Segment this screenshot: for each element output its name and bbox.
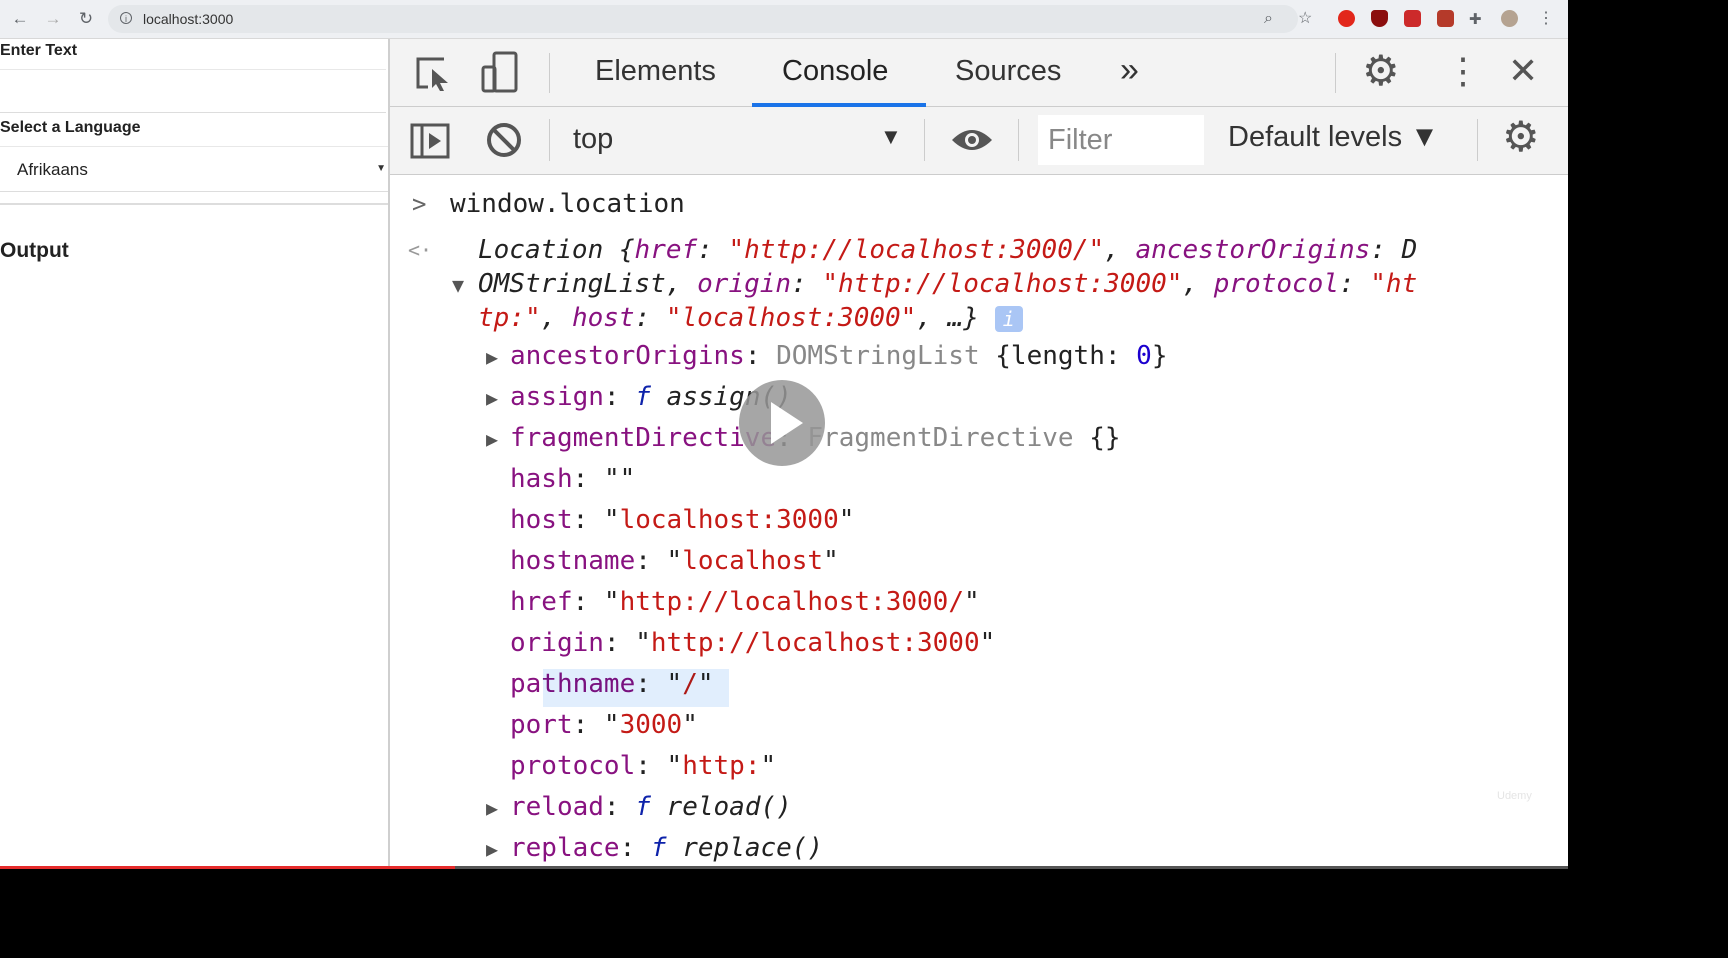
divider [1477,119,1478,161]
devtools-panel: Elements Console Sources » ⚙ ⋮ ✕ top ▼ F… [390,39,1568,867]
opera-icon[interactable] [1338,10,1355,27]
puzzle-icon[interactable]: ✚ [1469,9,1482,31]
close-icon[interactable]: ✕ [1508,51,1538,91]
divider [549,53,550,93]
summary-line-3: tp:", host: "localhost:3000", …} i [478,301,1023,335]
info-icon[interactable]: i [994,305,1023,332]
udemy-watermark: Udemy [1497,790,1532,802]
expand-triangle-icon[interactable]: ▶ [486,345,498,369]
play-button[interactable] [739,380,825,466]
prop-row[interactable]: ancestorOrigins: DOMStringList {length: … [510,339,1167,373]
prop-row[interactable]: replace: f replace() [510,831,823,865]
output-heading: Output [0,239,69,262]
forward-icon[interactable]: → [42,8,64,30]
live-expression-eye-icon[interactable] [950,123,994,157]
devtools-menu-icon[interactable]: ⋮ [1445,51,1481,91]
divider [1018,119,1019,161]
console-input-line: window.location [450,189,685,219]
back-icon[interactable]: ← [9,8,31,30]
divider [0,203,388,205]
profile-avatar[interactable] [1501,10,1518,27]
language-select[interactable]: Afrikaans ▼ [0,146,388,192]
prompt-chevron-icon: > [412,190,427,218]
language-label: Select a Language [0,119,141,136]
site-info-icon[interactable]: i [120,12,132,24]
ext-photo-icon[interactable] [1437,10,1454,27]
expand-triangle-icon[interactable]: ▶ [486,386,498,410]
text-selection-highlight [543,669,729,707]
ublock-icon[interactable] [1371,10,1388,27]
reload-icon[interactable]: ↻ [75,8,97,30]
collapse-triangle-icon[interactable]: ▼ [452,273,464,297]
video-letterbox [0,869,1568,958]
divider [549,119,550,161]
filter-input[interactable]: Filter [1038,115,1204,165]
tab-sources[interactable]: Sources [955,55,1061,88]
divider [1335,53,1336,93]
sidebar-toggle-icon[interactable] [410,121,450,161]
more-tabs-icon[interactable]: » [1120,51,1139,90]
prop-row: href: "http://localhost:3000/" [510,587,980,617]
play-icon [771,402,803,444]
menu-icon[interactable]: ⋮ [1538,8,1554,30]
enter-text-label: Enter Text [0,42,78,59]
ext-red-icon[interactable] [1404,10,1421,27]
expand-triangle-icon[interactable]: ▶ [486,427,498,451]
prop-row: host: "localhost:3000" [510,505,855,535]
console-toolbar: top ▼ Filter Default levels ▼ ⚙ [390,107,1568,175]
console-output: > window.location <· ▼ Location {href: "… [390,175,1568,867]
translator-app: Enter Text Select a Language Afrikaans ▼… [0,39,388,867]
expand-triangle-icon[interactable]: ▶ [486,837,498,861]
address-url[interactable]: localhost:3000 [143,11,233,27]
result-arrow-icon: <· [408,238,433,262]
tab-console[interactable]: Console [782,55,888,88]
prop-row: protocol: "http:" [510,751,777,781]
expand-triangle-icon[interactable]: ▶ [486,796,498,820]
browser-toolbar: ← → ↻ i localhost:3000 ⌕ ☆ ✚ ⋮ [0,0,1568,39]
console-settings-gear-icon[interactable]: ⚙ [1502,113,1540,161]
language-select-value: Afrikaans [17,160,88,179]
inspect-element-icon[interactable] [414,53,452,93]
chevron-down-icon: ▼ [376,163,386,174]
summary-line-2: OMStringList, origin: "http://localhost:… [478,269,1418,299]
filter-placeholder: Filter [1048,124,1113,156]
address-bar[interactable]: i localhost:3000 ⌕ [108,5,1298,33]
clear-console-icon[interactable] [485,121,523,159]
devtools-tabbar: Elements Console Sources » ⚙ ⋮ ✕ [390,39,1568,107]
video-letterbox-side [1568,0,1728,958]
settings-gear-icon[interactable]: ⚙ [1362,47,1400,95]
enter-text-input[interactable] [0,69,386,113]
divider [924,119,925,161]
summary-line-1: Location {href: "http://localhost:3000/"… [478,235,1418,265]
tab-elements[interactable]: Elements [595,55,716,88]
device-toolbar-icon[interactable] [480,51,520,95]
context-selector[interactable]: top [573,123,613,156]
prop-row: origin: "http://localhost:3000" [510,628,996,658]
prop-row[interactable]: reload: f reload() [510,790,792,824]
prop-row: hostname: "localhost" [510,546,839,576]
star-icon[interactable]: ☆ [1298,8,1312,30]
prop-row: port: "3000" [510,710,698,740]
video-frame: ← → ↻ i localhost:3000 ⌕ ☆ ✚ ⋮ Enter Tex… [0,0,1568,958]
zoom-icon[interactable]: ⌕ [1264,8,1273,30]
prop-row: hash: "" [510,464,636,494]
log-levels-dropdown[interactable]: Default levels ▼ [1228,121,1439,154]
chevron-down-icon[interactable]: ▼ [880,124,902,150]
